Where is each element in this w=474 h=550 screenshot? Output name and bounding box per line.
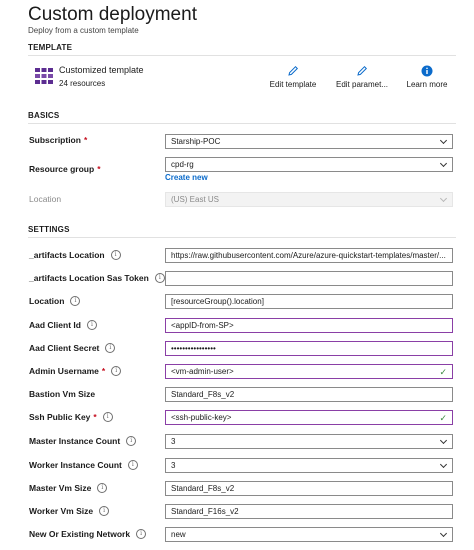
- admin-username-label: Admin Username * i: [29, 366, 122, 376]
- new-or-existing-network-select[interactable]: new: [165, 527, 453, 542]
- location-label: Location: [29, 194, 62, 204]
- info-icon[interactable]: i: [154, 273, 165, 283]
- info-icon[interactable]: i: [111, 366, 122, 376]
- aad-client-id-label: Aad Client Id i: [29, 320, 97, 330]
- learn-more-button[interactable]: Learn more: [403, 65, 451, 89]
- info-icon[interactable]: i: [127, 460, 138, 470]
- worker-vm-size-input[interactable]: Standard_F16s_v2: [165, 504, 453, 519]
- page-title: Custom deployment: [28, 4, 197, 25]
- settings-location-input[interactable]: [resourceGroup().location]: [165, 294, 453, 309]
- resource-group-label: Resource group *: [29, 164, 101, 174]
- pencil-icon: [357, 65, 368, 76]
- new-or-existing-network-label: New Or Existing Network i: [29, 529, 147, 539]
- required-asterisk: *: [93, 412, 97, 422]
- ssh-public-key-label: Ssh Public Key * i: [29, 412, 113, 422]
- admin-username-input[interactable]: <vm-admin-user> ✓: [165, 364, 453, 379]
- pencil-icon: [288, 65, 299, 76]
- worker-vm-size-label: Worker Vm Size i: [29, 506, 110, 516]
- worker-instance-count-label: Worker Instance Count i: [29, 460, 138, 470]
- required-asterisk: *: [101, 366, 106, 376]
- subscription-label: Subscription *: [29, 135, 88, 145]
- info-icon: [421, 65, 433, 77]
- artifacts-location-label: _artifacts Location i: [29, 250, 121, 260]
- master-vm-size-label: Master Vm Size i: [29, 483, 108, 493]
- info-icon[interactable]: i: [136, 529, 147, 539]
- info-icon[interactable]: i: [86, 320, 97, 330]
- aad-client-id-input[interactable]: <appID-from-SP>: [165, 318, 453, 333]
- master-instance-count-label: Master Instance Count i: [29, 436, 137, 446]
- info-icon[interactable]: i: [99, 506, 110, 516]
- section-basics-heading: BASICS: [28, 111, 456, 124]
- template-name: Customized template: [59, 65, 144, 75]
- valid-check-icon: ✓: [439, 413, 447, 423]
- info-icon[interactable]: i: [126, 436, 137, 446]
- edit-template-button[interactable]: Edit template: [266, 65, 320, 89]
- edit-parameters-label: Edit paramet...: [335, 80, 389, 89]
- valid-check-icon: ✓: [439, 367, 447, 377]
- page-subtitle: Deploy from a custom template: [28, 26, 139, 35]
- learn-more-label: Learn more: [406, 80, 448, 89]
- section-template-heading: TEMPLATE: [28, 43, 456, 56]
- ssh-public-key-input[interactable]: <ssh-public-key> ✓: [165, 410, 453, 425]
- location-select[interactable]: (US) East US: [165, 192, 453, 207]
- info-icon[interactable]: i: [97, 483, 108, 493]
- create-new-link[interactable]: Create new: [165, 173, 208, 182]
- artifacts-sas-token-label: _artifacts Location Sas Token i: [29, 273, 165, 283]
- aad-client-secret-input[interactable]: ••••••••••••••••: [165, 341, 453, 356]
- required-asterisk: *: [83, 135, 88, 145]
- worker-instance-count-select[interactable]: 3: [165, 458, 453, 473]
- template-resource-count: 24 resources: [59, 79, 106, 88]
- artifacts-sas-token-input[interactable]: [165, 271, 453, 286]
- info-icon[interactable]: i: [105, 343, 116, 353]
- resource-group-select[interactable]: cpd-rg: [165, 157, 453, 172]
- required-asterisk: *: [97, 164, 101, 174]
- edit-template-label: Edit template: [269, 80, 317, 89]
- master-vm-size-input[interactable]: Standard_F8s_v2: [165, 481, 453, 496]
- section-settings-heading: SETTINGS: [28, 225, 456, 238]
- bastion-vm-size-input[interactable]: Standard_F8s_v2: [165, 387, 453, 402]
- aad-client-secret-label: Aad Client Secret i: [29, 343, 116, 353]
- artifacts-location-input[interactable]: https://raw.githubusercontent.com/Azure/…: [165, 248, 453, 263]
- info-icon[interactable]: i: [70, 296, 81, 306]
- master-instance-count-select[interactable]: 3: [165, 434, 453, 449]
- template-grid-icon: [35, 68, 53, 84]
- subscription-select[interactable]: Starship-POC: [165, 134, 453, 149]
- info-icon[interactable]: i: [110, 250, 121, 260]
- settings-location-label: Location i: [29, 296, 81, 306]
- info-icon[interactable]: i: [102, 412, 113, 422]
- bastion-vm-size-label: Bastion Vm Size: [29, 389, 96, 399]
- edit-parameters-button[interactable]: Edit paramet...: [334, 65, 390, 89]
